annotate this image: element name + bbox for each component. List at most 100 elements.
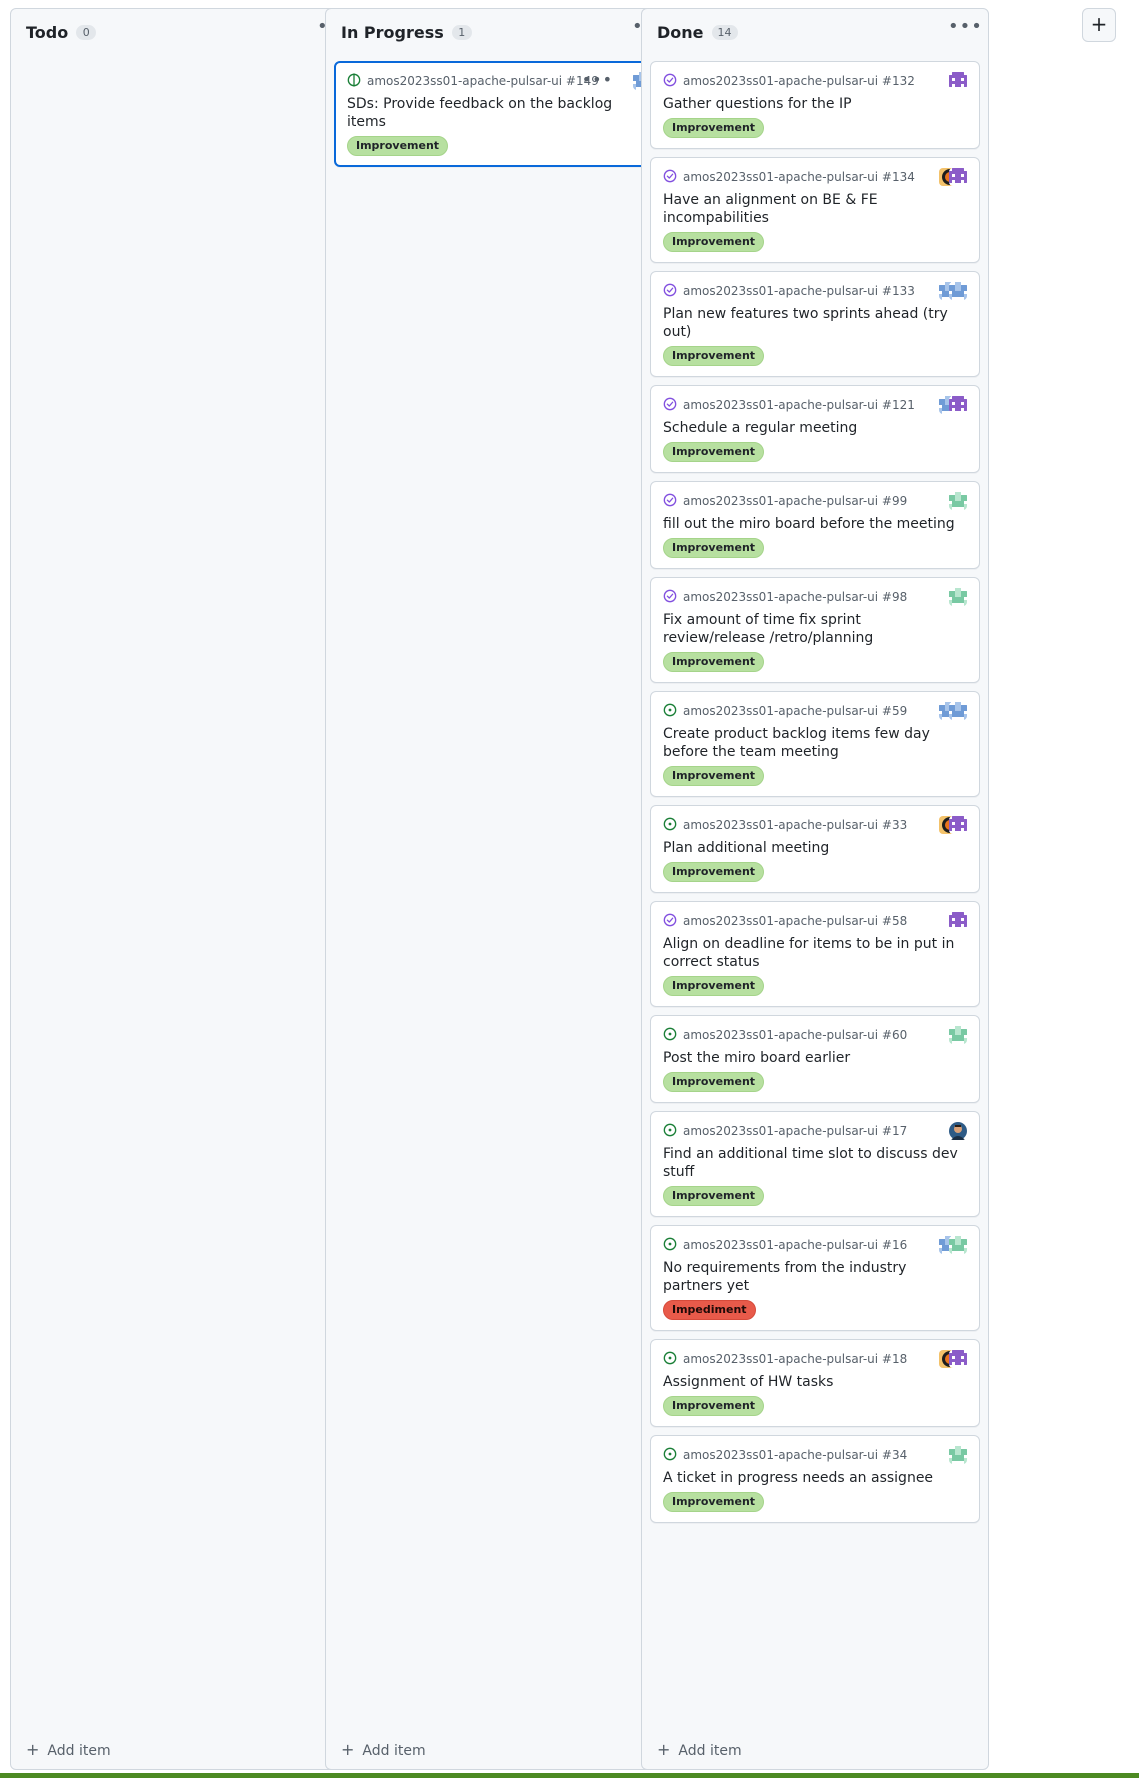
avatar[interactable] bbox=[949, 1236, 967, 1254]
label-badge[interactable]: Improvement bbox=[663, 118, 765, 138]
repo-reference[interactable]: amos2023ss01-apache-pulsar-ui #134 bbox=[683, 168, 915, 186]
card-more-icon[interactable]: ••• bbox=[582, 70, 613, 89]
issue-card[interactable]: amos2023ss01-apache-pulsar-ui #58 Align … bbox=[650, 901, 980, 1007]
avatar[interactable] bbox=[949, 816, 967, 834]
card-meta: amos2023ss01-apache-pulsar-ui #18 bbox=[663, 1350, 967, 1368]
column-0: Todo0 ••• +Add item bbox=[10, 8, 358, 1770]
issue-card[interactable]: amos2023ss01-apache-pulsar-ui #132 Gathe… bbox=[650, 61, 980, 149]
repo-reference[interactable]: amos2023ss01-apache-pulsar-ui #17 bbox=[683, 1122, 907, 1140]
repo-reference[interactable]: amos2023ss01-apache-pulsar-ui #99 bbox=[683, 492, 907, 510]
column-title-text: Todo bbox=[26, 23, 69, 42]
label-badge[interactable]: Improvement bbox=[663, 976, 765, 996]
assignees bbox=[949, 588, 967, 606]
card-title[interactable]: SDs: Provide feedback on the backlog ite… bbox=[347, 95, 651, 131]
issue-card[interactable]: amos2023ss01-apache-pulsar-ui #60 Post t… bbox=[650, 1015, 980, 1103]
label-badge[interactable]: Improvement bbox=[663, 346, 765, 366]
card-title[interactable]: Plan new features two sprints ahead (try… bbox=[663, 305, 967, 341]
card-meta: amos2023ss01-apache-pulsar-ui #121 bbox=[663, 396, 967, 414]
card-meta: amos2023ss01-apache-pulsar-ui #133 bbox=[663, 282, 967, 300]
card-title[interactable]: Gather questions for the IP bbox=[663, 95, 967, 113]
label-badge[interactable]: Improvement bbox=[663, 652, 765, 672]
repo-reference[interactable]: amos2023ss01-apache-pulsar-ui #34 bbox=[683, 1446, 907, 1464]
avatar[interactable] bbox=[949, 168, 967, 186]
assignees bbox=[939, 1236, 967, 1254]
column-menu-icon[interactable]: ••• bbox=[948, 17, 982, 41]
card-title[interactable]: Schedule a regular meeting bbox=[663, 419, 967, 437]
label-badge[interactable]: Improvement bbox=[663, 232, 765, 252]
avatar[interactable] bbox=[949, 396, 967, 414]
card-title[interactable]: Plan additional meeting bbox=[663, 839, 967, 857]
card-meta: amos2023ss01-apache-pulsar-ui #99 bbox=[663, 492, 967, 510]
assignees bbox=[949, 72, 967, 90]
label-badge[interactable]: Improvement bbox=[663, 1186, 765, 1206]
card-title[interactable]: Have an alignment on BE & FE incompabili… bbox=[663, 191, 967, 227]
issue-card[interactable]: amos2023ss01-apache-pulsar-ui #133 Plan … bbox=[650, 271, 980, 377]
card-list: amos2023ss01-apache-pulsar-ui #149 ••• S… bbox=[334, 61, 664, 175]
label-badge[interactable]: Improvement bbox=[663, 442, 765, 462]
assignees bbox=[939, 816, 967, 834]
card-title[interactable]: Assignment of HW tasks bbox=[663, 1373, 967, 1391]
issue-card[interactable]: amos2023ss01-apache-pulsar-ui #149 ••• S… bbox=[334, 61, 664, 167]
repo-reference[interactable]: amos2023ss01-apache-pulsar-ui #33 bbox=[683, 816, 907, 834]
avatar[interactable] bbox=[949, 282, 967, 300]
card-title[interactable]: fill out the miro board before the meeti… bbox=[663, 515, 967, 533]
issue-card[interactable]: amos2023ss01-apache-pulsar-ui #59 Create… bbox=[650, 691, 980, 797]
card-meta: amos2023ss01-apache-pulsar-ui #60 bbox=[663, 1026, 967, 1044]
avatar[interactable] bbox=[949, 702, 967, 720]
issue-card[interactable]: amos2023ss01-apache-pulsar-ui #18 Assign… bbox=[650, 1339, 980, 1427]
label-badge[interactable]: Improvement bbox=[663, 766, 765, 786]
avatar[interactable] bbox=[949, 1350, 967, 1368]
issue-card[interactable]: amos2023ss01-apache-pulsar-ui #134 Have … bbox=[650, 157, 980, 263]
add-item-button[interactable]: + Add item bbox=[341, 1740, 426, 1759]
issue-card[interactable]: amos2023ss01-apache-pulsar-ui #17 Find a… bbox=[650, 1111, 980, 1217]
label-badge[interactable]: Improvement bbox=[347, 136, 449, 156]
repo-reference[interactable]: amos2023ss01-apache-pulsar-ui #58 bbox=[683, 912, 907, 930]
repo-reference[interactable]: amos2023ss01-apache-pulsar-ui #121 bbox=[683, 396, 915, 414]
issue-card[interactable]: amos2023ss01-apache-pulsar-ui #33 Plan a… bbox=[650, 805, 980, 893]
assignees bbox=[939, 1350, 967, 1368]
add-item-button[interactable]: + Add item bbox=[26, 1740, 111, 1759]
issue-card[interactable]: amos2023ss01-apache-pulsar-ui #16 No req… bbox=[650, 1225, 980, 1331]
avatar[interactable] bbox=[949, 588, 967, 606]
repo-reference[interactable]: amos2023ss01-apache-pulsar-ui #132 bbox=[683, 72, 915, 90]
avatar[interactable] bbox=[949, 912, 967, 930]
column-2: Done 14 ••• amos2023ss01-apache-pulsar-ui… bbox=[641, 8, 989, 1770]
avatar[interactable] bbox=[949, 492, 967, 510]
repo-reference[interactable]: amos2023ss01-apache-pulsar-ui #16 bbox=[683, 1236, 907, 1254]
avatar[interactable] bbox=[949, 72, 967, 90]
avatar[interactable] bbox=[949, 1446, 967, 1464]
issue-card[interactable]: amos2023ss01-apache-pulsar-ui #99 fill o… bbox=[650, 481, 980, 569]
repo-reference[interactable]: amos2023ss01-apache-pulsar-ui #133 bbox=[683, 282, 915, 300]
label-badge[interactable]: Impediment bbox=[663, 1300, 756, 1320]
add-column-button[interactable]: + bbox=[1082, 8, 1116, 42]
issue-card[interactable]: amos2023ss01-apache-pulsar-ui #121 Sched… bbox=[650, 385, 980, 473]
card-title[interactable]: Post the miro board earlier bbox=[663, 1049, 967, 1067]
avatar[interactable] bbox=[949, 1122, 967, 1140]
label-badge[interactable]: Improvement bbox=[663, 862, 765, 882]
repo-reference[interactable]: amos2023ss01-apache-pulsar-ui #60 bbox=[683, 1026, 907, 1044]
repo-reference[interactable]: amos2023ss01-apache-pulsar-ui #98 bbox=[683, 588, 907, 606]
column-title: Done 14 bbox=[657, 23, 738, 42]
repo-reference[interactable]: amos2023ss01-apache-pulsar-ui #18 bbox=[683, 1350, 907, 1368]
add-item-button[interactable]: + Add item bbox=[657, 1740, 742, 1759]
column-title-text: Done bbox=[657, 23, 704, 42]
issue-card[interactable]: amos2023ss01-apache-pulsar-ui #98 Fix am… bbox=[650, 577, 980, 683]
card-title[interactable]: No requirements from the industry partne… bbox=[663, 1259, 967, 1295]
card-title[interactable]: A ticket in progress needs an assignee bbox=[663, 1469, 967, 1487]
column-count-badge: 14 bbox=[711, 25, 738, 40]
column-count-badge: 1 bbox=[451, 25, 472, 40]
avatar[interactable] bbox=[949, 1026, 967, 1044]
assignees bbox=[949, 1446, 967, 1464]
label-badge[interactable]: Improvement bbox=[663, 1492, 765, 1512]
repo-reference[interactable]: amos2023ss01-apache-pulsar-ui #149 bbox=[367, 72, 599, 90]
card-title[interactable]: Create product backlog items few day bef… bbox=[663, 725, 967, 761]
label-badge[interactable]: Improvement bbox=[663, 538, 765, 558]
card-title[interactable]: Fix amount of time fix sprint review/rel… bbox=[663, 611, 967, 647]
card-title[interactable]: Find an additional time slot to discuss … bbox=[663, 1145, 967, 1181]
label-badge[interactable]: Improvement bbox=[663, 1072, 765, 1092]
issue-card[interactable]: amos2023ss01-apache-pulsar-ui #34 A tick… bbox=[650, 1435, 980, 1523]
label-badge[interactable]: Improvement bbox=[663, 1396, 765, 1416]
card-title[interactable]: Align on deadline for items to be in put… bbox=[663, 935, 967, 971]
column-title: In Progress 1 bbox=[341, 23, 472, 42]
repo-reference[interactable]: amos2023ss01-apache-pulsar-ui #59 bbox=[683, 702, 907, 720]
